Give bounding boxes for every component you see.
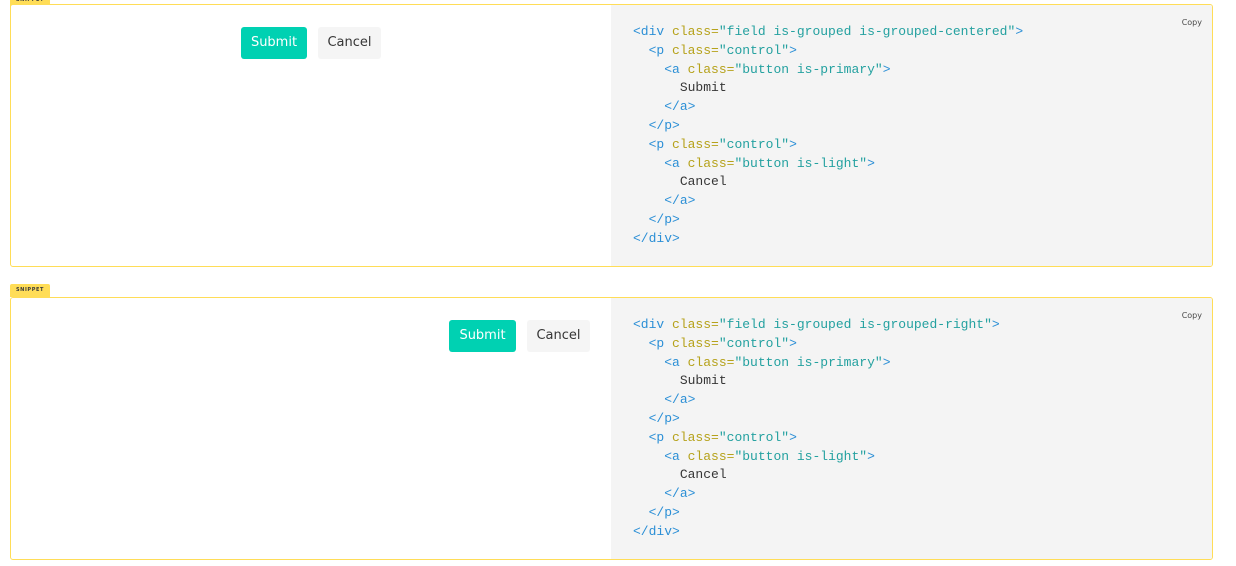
cancel-button[interactable]: Cancel (318, 27, 381, 59)
copy-button[interactable]: Copy (1182, 307, 1202, 326)
snippet-right: Submit Cancel Copy <div class="field is-… (10, 297, 1213, 560)
button-group-right: Submit Cancel (449, 320, 590, 352)
snippet-preview: Submit Cancel (11, 298, 611, 559)
code-listing: <div class="field is-grouped is-grouped-… (633, 24, 1024, 246)
snippet-centered: Submit Cancel Copy <div class="field is-… (10, 4, 1213, 267)
cancel-button[interactable]: Cancel (527, 320, 590, 352)
copy-button[interactable]: Copy (1182, 14, 1202, 33)
snippet-preview: Submit Cancel (11, 5, 611, 266)
code-block: Copy <div class="field is-grouped is-gro… (611, 5, 1212, 266)
submit-button[interactable]: Submit (241, 27, 307, 59)
button-group-centered: Submit Cancel (241, 27, 381, 59)
submit-button[interactable]: Submit (449, 320, 516, 352)
code-block: Copy <div class="field is-grouped is-gro… (611, 298, 1212, 559)
snippet-tag: SNIPPET (10, 284, 50, 297)
code-listing: <div class="field is-grouped is-grouped-… (633, 317, 1000, 539)
